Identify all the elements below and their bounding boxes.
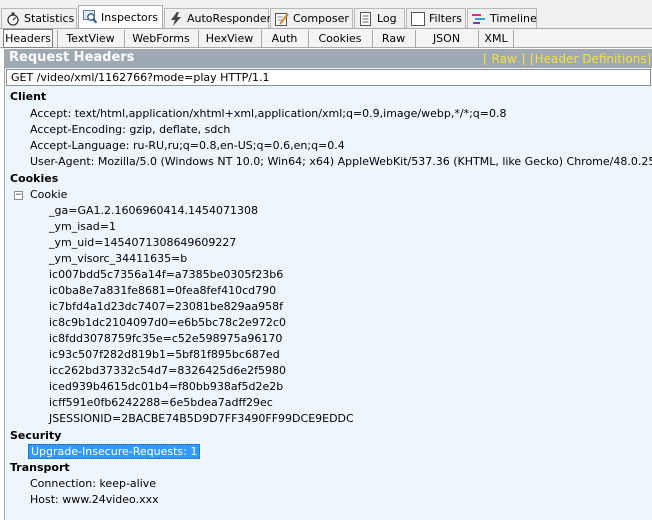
subtab-auth-label: Auth <box>271 32 298 45</box>
headers-tree: Client Accept: text/html,application/xht… <box>5 87 652 520</box>
inspector-sub-tab-bar: Headers TextView WebForms HexView Auth C… <box>0 28 652 48</box>
section-cookies-title[interactable]: Cookies <box>10 172 58 185</box>
cookie-item[interactable]: ic007bdd5c7356a14f=a7385be0305f23b6 <box>49 268 283 281</box>
cookie-item[interactable]: _ym_visorc_34411635=b <box>49 252 187 265</box>
header-connection[interactable]: Connection: keep-alive <box>30 477 156 490</box>
lightning-icon <box>169 11 183 26</box>
tab-statistics[interactable]: Statistics <box>1 8 77 28</box>
subtab-xml-label: XML <box>484 32 508 45</box>
tab-log-label: Log <box>377 12 397 25</box>
subtab-raw[interactable]: Raw <box>372 30 414 47</box>
cookie-item[interactable]: _ga=GA1.2.1606960414.1454071308 <box>49 204 258 217</box>
header-definitions-link[interactable]: [Header Definitions] <box>530 52 651 66</box>
subtab-headers[interactable]: Headers <box>3 29 53 48</box>
tab-filters[interactable]: Filters <box>406 8 466 28</box>
subtab-cookies-label: Cookies <box>318 32 362 45</box>
cookie-node[interactable]: Cookie <box>30 188 67 201</box>
magnifier-icon <box>83 10 97 24</box>
cookie-item[interactable]: ic7bfd4a1d23dc7407=23081be829aa958f <box>49 300 283 313</box>
tab-timeline-label: Timeline <box>490 12 537 25</box>
subtab-textview[interactable]: TextView <box>57 30 123 47</box>
subtab-cookies[interactable]: Cookies <box>308 30 371 47</box>
tab-composer[interactable]: Composer <box>270 8 353 28</box>
subtab-hexview-label: HexView <box>205 32 254 45</box>
request-headers-bar: Request Headers [ Raw ] [Header Definiti… <box>5 49 652 68</box>
cookie-item[interactable]: _ym_uid=1454071308649609227 <box>49 236 236 249</box>
subtab-json[interactable]: JSON <box>415 30 477 47</box>
header-user-agent[interactable]: User-Agent: Mozilla/5.0 (Windows NT 10.0… <box>30 155 652 168</box>
cookie-item[interactable]: icff591e0fb6242288=6e5bdea7adff29ec <box>49 396 273 409</box>
tab-log[interactable]: Log <box>354 8 405 28</box>
request-line[interactable]: GET /video/xml/1162766?mode=play HTTP/1.… <box>6 69 651 86</box>
subtab-headers-label: Headers <box>5 32 51 45</box>
subtab-webforms-label: WebForms <box>132 32 190 45</box>
tab-autoresponder[interactable]: AutoResponder <box>164 8 272 28</box>
cookie-item[interactable]: JSESSIONID=2BACBE74B5D9D7FF3490FF99DCE9E… <box>49 412 354 425</box>
header-accept-language[interactable]: Accept-Language: ru-RU,ru;q=0.8,en-US;q=… <box>30 139 345 152</box>
selected-header-text: Upgrade-Insecure-Requests: 1 <box>28 444 201 459</box>
header-accept-encoding[interactable]: Accept-Encoding: gzip, deflate, sdch <box>30 123 230 136</box>
tab-autoresponder-label: AutoResponder <box>187 12 272 25</box>
section-security-title[interactable]: Security <box>10 429 61 442</box>
cookie-item[interactable]: ic93c507f282d819b1=5bf81f895bc687ed <box>49 348 280 361</box>
timeline-icon <box>472 12 486 26</box>
cookie-item[interactable]: iced939b4615dc01b4=f80bb938af5d2e2b <box>49 380 283 393</box>
cookie-item[interactable]: ic0ba8e7a831fe8681=0fea8fef410cd790 <box>49 284 276 297</box>
cookie-item[interactable]: ic8fdd3078759fc35e=c52e598975a96170 <box>49 332 282 345</box>
tab-timeline[interactable]: Timeline <box>467 8 537 28</box>
section-transport-title[interactable]: Transport <box>10 461 70 474</box>
cookie-item[interactable]: icc262bd37332c54d7=8326425d6e2f5980 <box>49 364 286 377</box>
tab-inspectors[interactable]: Inspectors <box>78 5 163 28</box>
headers-panel: Request Headers [ Raw ] [Header Definiti… <box>4 49 652 520</box>
log-document-icon <box>359 11 373 26</box>
request-headers-title: Request Headers <box>9 50 135 65</box>
pencil-note-icon <box>275 12 289 26</box>
subtab-webforms[interactable]: WebForms <box>124 30 197 47</box>
cookie-collapse-toggle[interactable]: − <box>14 191 23 200</box>
subtab-xml[interactable]: XML <box>478 30 514 47</box>
tab-inspectors-label: Inspectors <box>101 10 159 24</box>
header-upgrade-insecure-requests[interactable]: Upgrade-Insecure-Requests: 1 <box>28 444 201 459</box>
subtab-hexview[interactable]: HexView <box>198 30 260 47</box>
tab-composer-label: Composer <box>293 12 349 25</box>
cookie-item[interactable]: ic8c9b1dc2104097d0=e6b5bc78c2e972c0 <box>49 316 286 329</box>
raw-link[interactable]: [ Raw ] <box>483 52 525 66</box>
subtab-textview-label: TextView <box>66 32 115 45</box>
tab-statistics-label: Statistics <box>24 12 75 25</box>
subtab-json-label: JSON <box>432 32 461 45</box>
tab-filters-label: Filters <box>429 12 462 25</box>
header-host[interactable]: Host: www.24video.xxx <box>30 493 159 506</box>
cookie-item[interactable]: _ym_isad=1 <box>49 220 116 233</box>
stopwatch-icon <box>6 12 20 26</box>
section-client-title[interactable]: Client <box>10 90 46 103</box>
checkbox-icon <box>411 11 425 26</box>
header-accept[interactable]: Accept: text/html,application/xhtml+xml,… <box>30 107 506 120</box>
main-tab-bar: Statistics Inspectors AutoResponder Comp… <box>0 0 652 28</box>
subtab-auth[interactable]: Auth <box>261 30 307 47</box>
subtab-raw-label: Raw <box>381 32 406 45</box>
